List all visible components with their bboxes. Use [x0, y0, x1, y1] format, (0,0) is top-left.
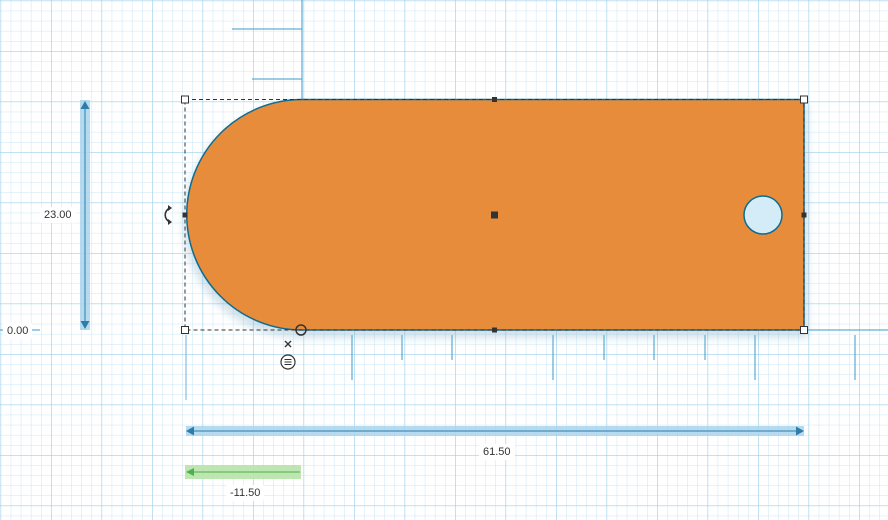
offset-dimension[interactable] [185, 465, 301, 479]
offset-label[interactable]: -11.50 [226, 485, 265, 501]
elevation-label[interactable]: 0.00 [3, 323, 33, 339]
height-label[interactable]: 23.00 [40, 207, 76, 223]
center-handle[interactable] [491, 211, 498, 219]
corner-handle-top-left[interactable] [181, 95, 189, 104]
height-dimension[interactable] [80, 100, 90, 330]
edge-handle-left[interactable] [182, 212, 188, 218]
corner-handle-top-right[interactable] [800, 95, 808, 104]
hole-cutout[interactable] [743, 195, 783, 235]
corner-handle-bottom-right[interactable] [800, 326, 808, 334]
corner-handle-bottom-left[interactable] [181, 326, 189, 334]
edge-handle-right[interactable] [801, 212, 807, 218]
edge-handle-top[interactable] [492, 97, 497, 102]
edge-handle-bottom[interactable] [492, 327, 497, 333]
workplane-canvas[interactable] [0, 0, 888, 520]
ruler-menu-icon[interactable] [280, 354, 296, 370]
width-label[interactable]: 61.50 [479, 444, 515, 460]
